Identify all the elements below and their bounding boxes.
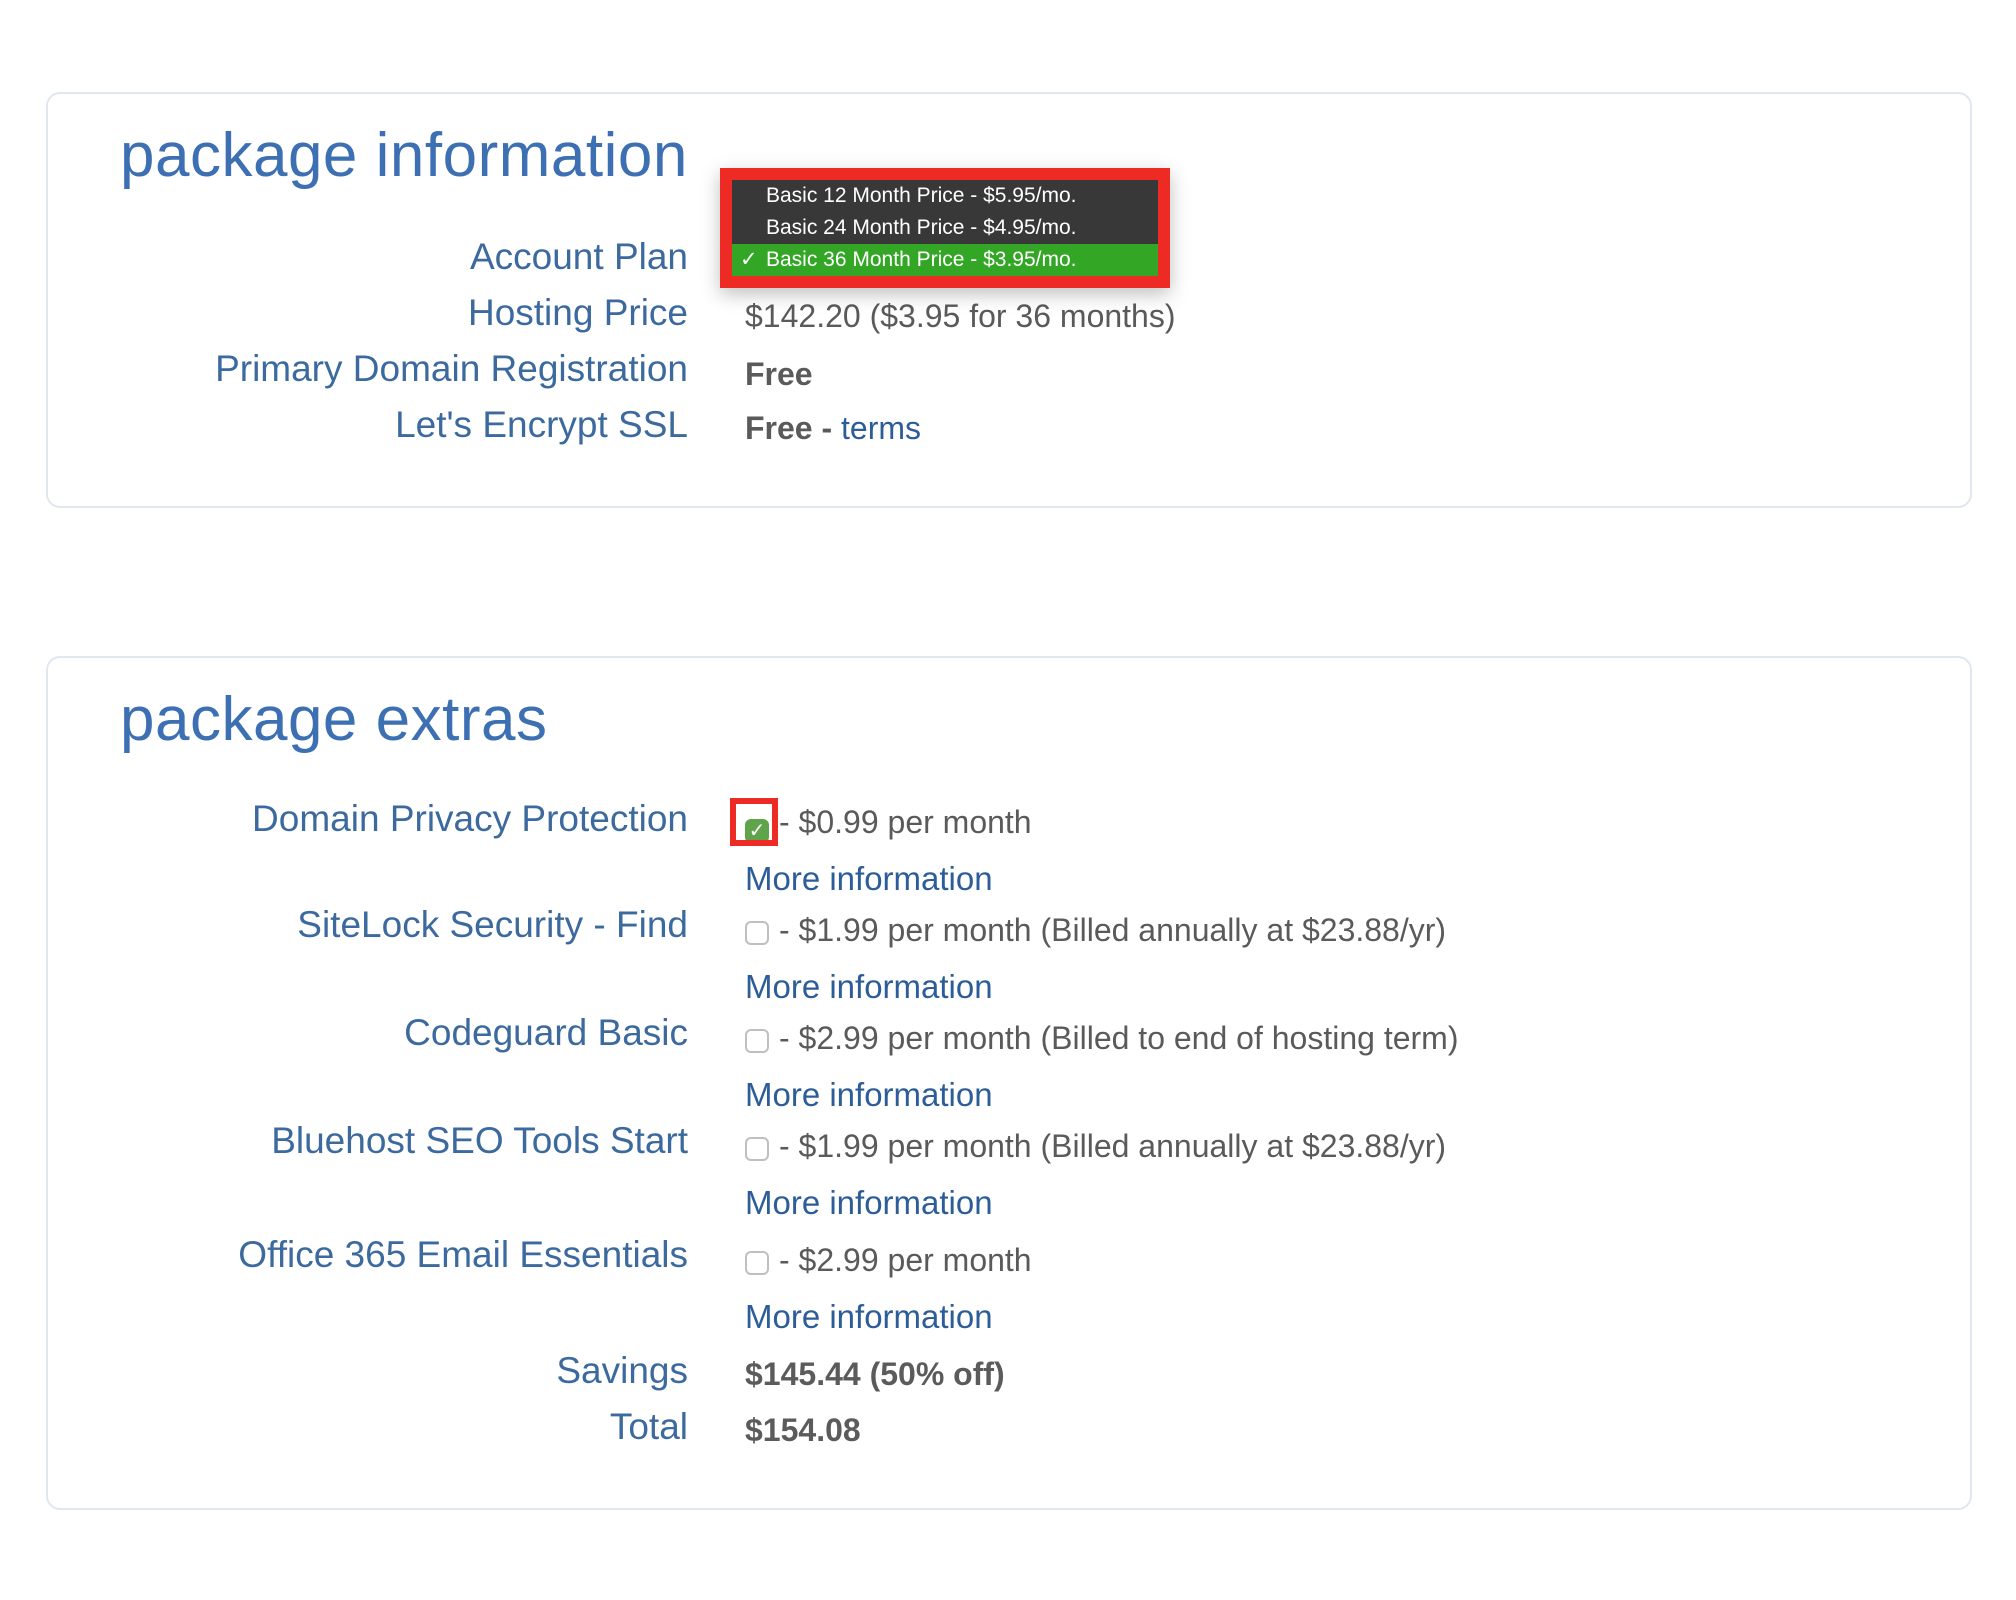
account-plan-dropdown[interactable]: Basic 12 Month Price - $5.95/mo. Basic 2… (720, 168, 1170, 288)
office-365-checkbox[interactable] (745, 1251, 769, 1275)
seo-tools-label: Bluehost SEO Tools Start (271, 1120, 688, 1161)
seo-tools-checkbox[interactable] (745, 1137, 769, 1161)
account-plan-label: Account Plan (469, 236, 688, 277)
office-365-label: Office 365 Email Essentials (238, 1234, 688, 1275)
primary-domain-registration-value: Free (745, 356, 813, 392)
domain-privacy-price: - $0.99 per month (779, 804, 1032, 840)
office-365-price: - $2.99 per month (779, 1242, 1032, 1278)
total-value: $154.08 (745, 1412, 861, 1448)
office-365-more-info-link[interactable]: More information (745, 1298, 993, 1336)
checkmark-icon: ✓ (740, 248, 758, 271)
checkbox-highlight-box (730, 798, 778, 846)
package-information-title: package information (120, 121, 688, 190)
domain-privacy-protection-option: ✓ - $0.99 per month (745, 804, 1032, 843)
domain-privacy-more-info-link[interactable]: More information (745, 860, 993, 898)
domain-privacy-protection-label: Domain Privacy Protection (252, 798, 688, 839)
package-information-panel: package information Account Plan Hosting… (46, 92, 1972, 508)
account-plan-options-menu: Basic 12 Month Price - $5.95/mo. Basic 2… (732, 180, 1158, 276)
plan-option-label: Basic 36 Month Price - $3.95/mo. (766, 248, 1077, 271)
sitelock-checkbox[interactable] (745, 921, 769, 945)
terms-link[interactable]: terms (841, 410, 921, 446)
plan-option-label: Basic 12 Month Price - $5.95/mo. (766, 184, 1077, 207)
package-extras-title: package extras (120, 685, 548, 754)
seo-tools-price: - $1.99 per month (Billed annually at $2… (779, 1128, 1447, 1164)
ssl-free-text: Free - (745, 410, 842, 446)
sitelock-more-info-link[interactable]: More information (745, 968, 993, 1006)
sitelock-price: - $1.99 per month (Billed annually at $2… (779, 912, 1447, 948)
seo-tools-option: - $1.99 per month (Billed annually at $2… (745, 1128, 1446, 1165)
lets-encrypt-ssl-label: Let's Encrypt SSL (395, 404, 688, 445)
package-extras-panel: package extras Domain Privacy Protection… (46, 656, 1972, 1510)
hosting-price-value: $142.20 ($3.95 for 36 months) (745, 298, 1176, 334)
hosting-price-label: Hosting Price (467, 292, 688, 333)
plan-option-label: Basic 24 Month Price - $4.95/mo. (766, 216, 1077, 239)
lets-encrypt-ssl-value: Free - terms (745, 410, 921, 447)
office-365-option: - $2.99 per month (745, 1242, 1032, 1279)
codeguard-basic-label: Codeguard Basic (404, 1012, 688, 1053)
codeguard-more-info-link[interactable]: More information (745, 1076, 993, 1114)
primary-domain-registration-label: Primary Domain Registration (215, 348, 688, 389)
plan-option-24-month[interactable]: Basic 24 Month Price - $4.95/mo. (732, 212, 1158, 244)
codeguard-price: - $2.99 per month (Billed to end of host… (779, 1020, 1459, 1056)
savings-label: Savings (556, 1350, 688, 1391)
codeguard-checkbox[interactable] (745, 1029, 769, 1053)
sitelock-security-label: SiteLock Security - Find (297, 904, 688, 945)
savings-value: $145.44 (50% off) (745, 1356, 1005, 1392)
sitelock-security-option: - $1.99 per month (Billed annually at $2… (745, 912, 1446, 949)
codeguard-basic-option: - $2.99 per month (Billed to end of host… (745, 1020, 1458, 1057)
plan-option-36-month[interactable]: ✓ Basic 36 Month Price - $3.95/mo. (732, 244, 1158, 276)
seo-tools-more-info-link[interactable]: More information (745, 1184, 993, 1222)
plan-option-12-month[interactable]: Basic 12 Month Price - $5.95/mo. (732, 180, 1158, 212)
total-label: Total (609, 1406, 688, 1447)
